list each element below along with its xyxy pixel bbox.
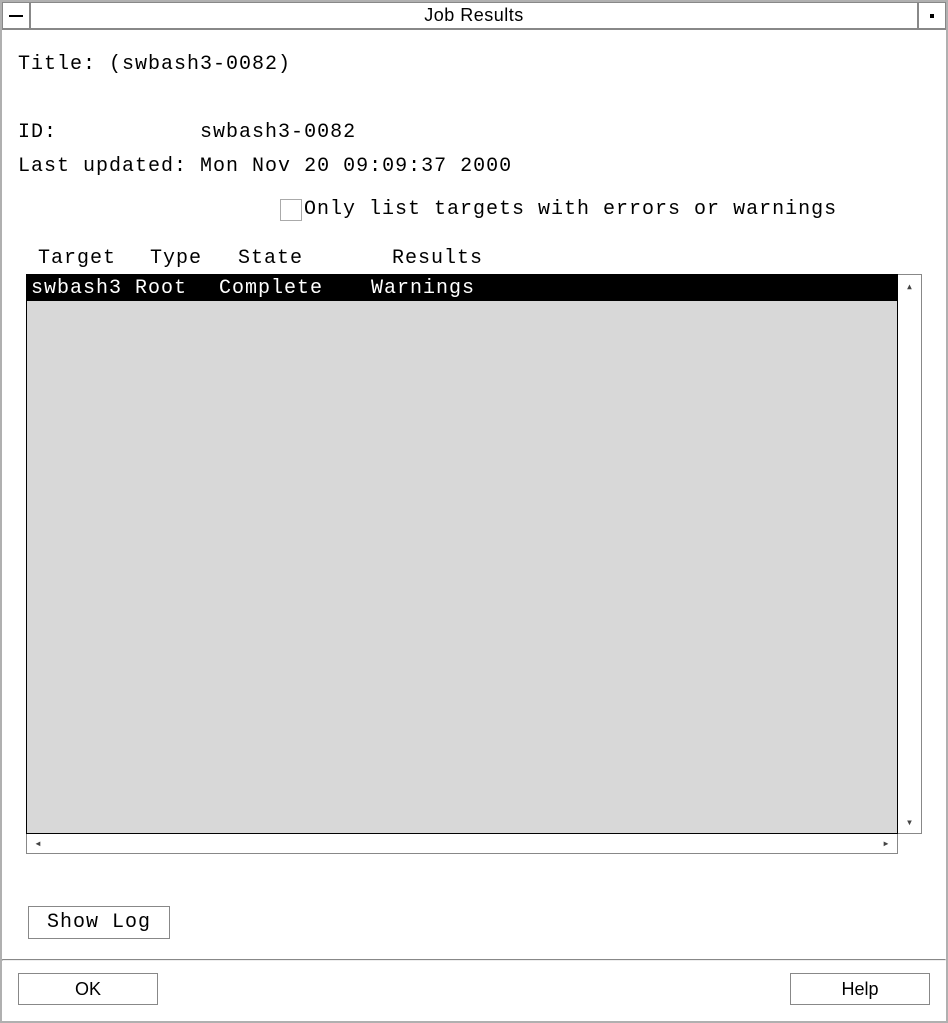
title-value: (swbash3-0082): [109, 53, 291, 76]
results-list[interactable]: swbash3 Root Complete Warnings: [26, 274, 898, 834]
hscroll-row: ◂ ▸: [26, 834, 922, 854]
footer: OK Help: [2, 961, 946, 1021]
col-header-state: State: [238, 247, 392, 270]
ok-button[interactable]: OK: [18, 973, 158, 1005]
window-title: Job Results: [30, 2, 918, 29]
content-area: Title: (swbash3-0082) ID: swbash3-0082 L…: [2, 30, 946, 959]
titlebar: Job Results: [2, 2, 946, 30]
vertical-scrollbar[interactable]: ▴ ▾: [898, 274, 922, 834]
scroll-right-icon[interactable]: ▸: [875, 834, 897, 853]
hscroll-track[interactable]: [49, 834, 875, 853]
help-button[interactable]: Help: [790, 973, 930, 1005]
showlog-row: Show Log: [28, 906, 930, 939]
window-aux-button[interactable]: [918, 2, 946, 29]
cell-target: swbash3: [31, 277, 135, 300]
table-row[interactable]: swbash3 Root Complete Warnings: [27, 275, 897, 301]
scroll-up-icon[interactable]: ▴: [898, 275, 921, 297]
cell-state: Complete: [219, 277, 371, 300]
info-block: Title: (swbash3-0082) ID: swbash3-0082 L…: [18, 48, 930, 184]
cell-type: Root: [135, 277, 219, 300]
col-header-results: Results: [392, 247, 930, 270]
window-menu-button[interactable]: [2, 2, 30, 29]
dot-icon: [930, 14, 934, 18]
results-list-frame: swbash3 Root Complete Warnings ▴ ▾: [26, 274, 922, 834]
show-log-button[interactable]: Show Log: [28, 906, 170, 939]
col-header-target: Target: [38, 247, 150, 270]
column-headers: Target Type State Results: [18, 247, 930, 270]
updated-value: Mon Nov 20 09:09:37 2000: [200, 155, 512, 178]
filter-checkbox[interactable]: [280, 199, 302, 221]
scroll-down-icon[interactable]: ▾: [898, 811, 921, 833]
filter-row: Only list targets with errors or warning…: [280, 198, 930, 221]
dash-icon: [9, 15, 23, 17]
id-label: ID:: [18, 121, 57, 144]
cell-results: Warnings: [371, 277, 897, 300]
title-label: Title:: [18, 53, 96, 76]
updated-label: Last updated:: [18, 155, 187, 178]
id-value: swbash3-0082: [200, 121, 356, 144]
scroll-corner: [898, 834, 922, 854]
horizontal-scrollbar[interactable]: ◂ ▸: [26, 834, 898, 854]
col-header-type: Type: [150, 247, 238, 270]
vscroll-track[interactable]: [898, 297, 921, 811]
job-results-window: Job Results Title: (swbash3-0082) ID: sw…: [0, 0, 948, 1023]
scroll-left-icon[interactable]: ◂: [27, 834, 49, 853]
filter-label: Only list targets with errors or warning…: [304, 198, 837, 221]
